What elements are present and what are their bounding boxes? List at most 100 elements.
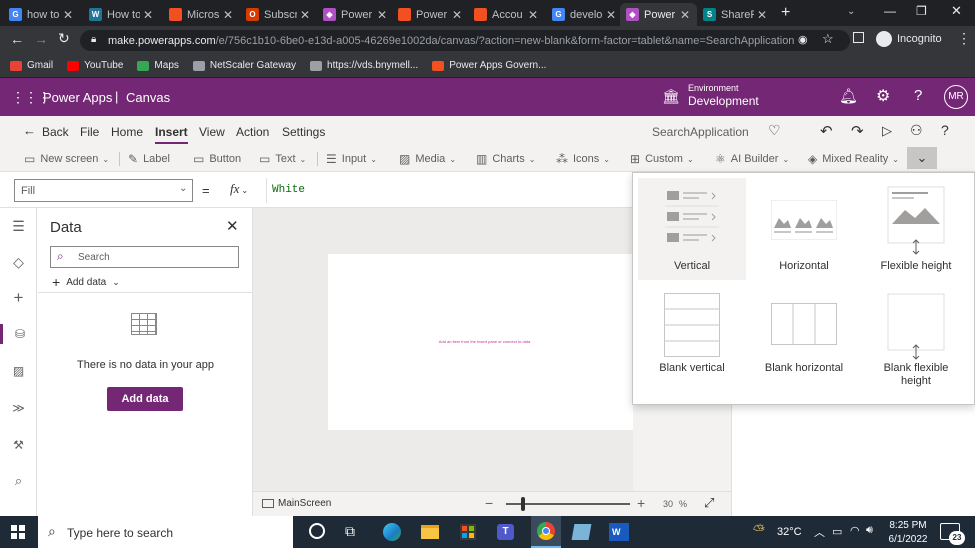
fit-to-window-icon[interactable]: ⤢ <box>704 495 714 511</box>
search-icon[interactable]: ⌕ <box>0 471 37 491</box>
cortana-icon[interactable] <box>309 523 325 539</box>
gallery-option-blank-vertical[interactable]: Blank vertical <box>638 285 746 400</box>
wifi-icon[interactable]: ◠ <box>850 524 860 537</box>
insert-button-button[interactable]: ▭ Button <box>193 152 241 166</box>
insert-icons-button[interactable]: ⁂ Icons ⌄ <box>556 152 610 166</box>
edge-icon[interactable] <box>383 523 401 541</box>
search-input[interactable]: ⌕ Search <box>50 246 239 268</box>
browser-tab[interactable]: Accou ✕ <box>468 3 545 26</box>
gallery-option-vertical[interactable]: Vertical <box>638 178 746 280</box>
menu-view[interactable]: View <box>199 125 225 139</box>
tree-view-icon[interactable]: ◇ <box>0 252 37 272</box>
zoom-slider-handle[interactable] <box>521 497 525 511</box>
close-window-icon[interactable]: ✕ <box>951 3 962 19</box>
close-tab-icon[interactable]: ✕ <box>527 8 539 22</box>
incognito-avatar-icon[interactable] <box>876 31 892 47</box>
browser-menu-icon[interactable]: ⋮ <box>957 30 971 47</box>
notepad-icon[interactable] <box>571 524 592 540</box>
insert-ai-builder-button[interactable]: ⚛ AI Builder ⌄ <box>715 152 789 166</box>
tracking-off-icon[interactable]: ◉ <box>798 33 808 46</box>
side-panel-icon[interactable] <box>853 32 864 43</box>
restore-icon[interactable]: ❐ <box>916 4 927 18</box>
menu-file[interactable]: File <box>80 125 99 139</box>
tab-search-icon[interactable]: ⌄ <box>847 6 855 17</box>
notifications-icon[interactable]: 🔔︎ <box>839 87 858 105</box>
menu-settings[interactable]: Settings <box>282 125 325 139</box>
task-view-icon[interactable]: ⧉ <box>345 523 355 540</box>
url-field[interactable]: 🔒︎ make.powerapps.com/e/756c1b10-6be0-e1… <box>80 30 850 51</box>
star-icon[interactable]: ☆ <box>822 31 834 47</box>
help-icon[interactable]: ? <box>914 87 922 104</box>
gallery-option-blank-horizontal[interactable]: Blank horizontal <box>750 285 858 400</box>
bookmark-item[interactable]: https://vds.bnymell... <box>310 60 418 71</box>
browser-tab[interactable]: S ShareP✕ <box>697 3 774 26</box>
browser-tab[interactable]: ◆ Power ✕ <box>317 3 394 26</box>
file-explorer-icon[interactable] <box>421 525 439 539</box>
close-tab-icon[interactable]: ✕ <box>451 8 463 22</box>
menu-home[interactable]: Home <box>111 125 143 139</box>
close-tab-icon[interactable]: ✕ <box>679 8 691 22</box>
settings-gear-icon[interactable]: ⚙ <box>876 86 890 106</box>
insert-new-screen-button[interactable]: ▭ New screen ⌄ <box>24 152 109 166</box>
screen-selector[interactable]: MainScreen <box>262 498 331 509</box>
app-checker-icon[interactable]: ♡ <box>768 122 781 139</box>
tray-chevron-icon[interactable]: ︿ <box>814 524 825 540</box>
advanced-tools-icon[interactable]: ⚒ <box>0 435 37 455</box>
avatar[interactable]: MR <box>944 85 968 109</box>
teams-icon[interactable]: T <box>497 524 514 540</box>
forward-arrow-icon[interactable]: → <box>34 31 48 47</box>
back-button[interactable]: Back <box>42 125 69 139</box>
insert-custom-button[interactable]: ⊞ Custom ⌄ <box>630 152 694 166</box>
bookmark-item[interactable]: YouTube <box>67 60 123 71</box>
profile-label[interactable]: Incognito <box>897 33 942 45</box>
reload-icon[interactable]: ↻ <box>58 30 70 47</box>
menu-action[interactable]: Action <box>236 125 269 139</box>
menu-insert[interactable]: Insert <box>155 125 188 144</box>
minimize-icon[interactable]: — <box>884 4 896 18</box>
browser-tab[interactable]: ◆ Power ✕ <box>620 3 697 26</box>
zoom-in-button[interactable]: + <box>637 495 645 511</box>
bookmark-item[interactable]: Gmail <box>10 60 53 71</box>
close-tab-icon[interactable]: ✕ <box>299 8 311 22</box>
toolbar-expand-button[interactable]: ⌄ <box>907 147 937 169</box>
environment-name[interactable]: Development <box>688 94 759 108</box>
share-user-icon[interactable]: ⚇ <box>910 122 923 139</box>
gallery-option-horizontal[interactable]: Horizontal <box>750 178 858 278</box>
insert-label-button[interactable]: ✎ Label <box>128 152 170 166</box>
redo-icon[interactable]: ↷ <box>851 122 864 140</box>
insert-media-button[interactable]: ▨ Media ⌄ <box>399 152 456 166</box>
browser-tab[interactable]: Gdevelo ✕ <box>546 3 623 26</box>
zoom-out-button[interactable]: − <box>485 495 493 511</box>
insert-text-button[interactable]: ▭ Text ⌄ <box>259 152 306 166</box>
close-icon[interactable]: ✕ <box>226 217 239 235</box>
taskbar-search[interactable]: ⌕ Type here to search <box>38 516 293 548</box>
gallery-option-blank-flexible-height[interactable]: Blank flexible height <box>862 285 970 400</box>
undo-icon[interactable]: ↶ <box>820 122 833 140</box>
data-icon[interactable]: ⛁ <box>0 324 37 344</box>
new-tab-icon[interactable]: + <box>781 4 790 22</box>
close-tab-icon[interactable]: ✕ <box>376 8 388 22</box>
word-icon[interactable]: W <box>609 523 629 541</box>
browser-tab[interactable]: W How to ✕ <box>83 3 160 26</box>
hamburger-icon[interactable]: ☰ <box>0 216 37 236</box>
insert-input-button[interactable]: ☰ Input ⌄ <box>326 152 377 166</box>
close-tab-icon[interactable]: ✕ <box>222 8 234 22</box>
browser-tab[interactable]: Ghow to ✕ <box>3 3 80 26</box>
command-help-icon[interactable]: ? <box>941 122 949 138</box>
chrome-taskbar-button[interactable] <box>531 516 561 548</box>
media-icon[interactable]: ▨ <box>0 361 37 381</box>
property-dropdown[interactable]: Fill ⌄ <box>14 179 193 202</box>
insert-charts-button[interactable]: ▥ Charts ⌄ <box>476 152 535 166</box>
gallery-option-flexible-height[interactable]: Flexible height <box>862 178 970 278</box>
add-data-button[interactable]: Add data <box>107 387 183 411</box>
store-icon[interactable] <box>460 524 476 540</box>
close-tab-icon[interactable]: ✕ <box>142 8 154 22</box>
browser-tab[interactable]: Power ✕ <box>392 3 469 26</box>
temperature[interactable]: 32°C <box>777 526 802 538</box>
bookmark-item[interactable]: Maps <box>137 60 179 71</box>
windows-start-icon[interactable] <box>11 525 25 539</box>
formula-input[interactable]: White <box>266 178 632 203</box>
app-screen[interactable]: Add an item from the Insert pane or conn… <box>328 254 641 430</box>
browser-tab[interactable]: O Subscr ✕ <box>240 3 317 26</box>
add-data-link[interactable]: + Add data ⌄ <box>52 274 120 290</box>
